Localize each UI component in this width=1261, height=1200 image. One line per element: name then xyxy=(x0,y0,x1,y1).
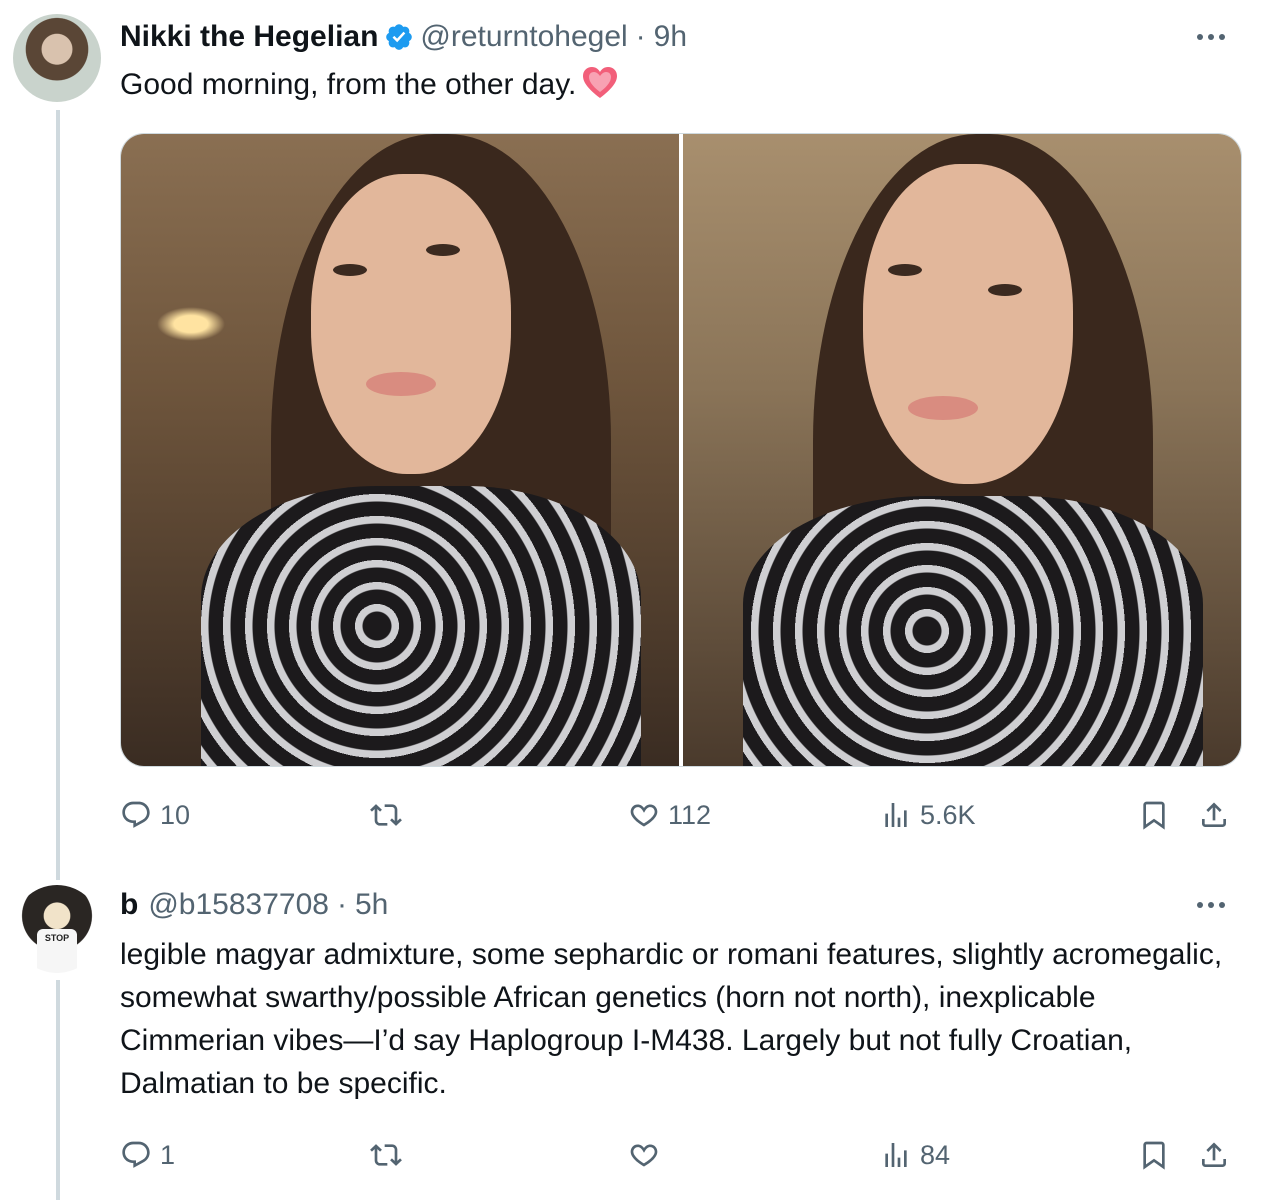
thread-line-continued xyxy=(56,980,60,1200)
views-count: 84 xyxy=(920,1139,951,1170)
tweet-header: Nikki the Hegelian @returntohegel · 9h xyxy=(120,17,687,57)
avatar-shirt-text: STOP xyxy=(37,929,77,973)
more-icon[interactable] xyxy=(1191,22,1231,52)
reply-count: 1 xyxy=(160,1139,176,1170)
avatar[interactable]: STOP xyxy=(13,885,101,973)
tweet-text: Good morning, from the other day. xyxy=(120,63,618,112)
action-bar: 1 84 xyxy=(120,1135,1240,1175)
photo-1[interactable] xyxy=(121,134,679,766)
reply-icon xyxy=(122,801,150,828)
display-name[interactable]: b xyxy=(120,888,138,922)
tweet-text-content: Good morning, from the other day. xyxy=(120,68,577,101)
media-gallery[interactable] xyxy=(120,133,1242,767)
retweet-button[interactable] xyxy=(370,1135,410,1175)
bookmark-button[interactable] xyxy=(1138,795,1170,835)
action-bar: 10 112 5.6K xyxy=(120,795,1240,835)
like-icon xyxy=(630,1144,658,1167)
share-icon xyxy=(1202,1142,1226,1167)
tweet-header: b @b15837708 · 5h xyxy=(120,885,388,925)
reply-count: 10 xyxy=(160,799,191,830)
reply-button[interactable]: 1 xyxy=(120,1135,175,1175)
reply-icon xyxy=(122,1141,150,1168)
timestamp[interactable]: 5h xyxy=(355,888,388,922)
separator: · xyxy=(336,888,347,921)
share-button[interactable] xyxy=(1198,795,1230,835)
bookmark-button[interactable] xyxy=(1138,1135,1170,1175)
tweet-text: legible magyar admixture, some sephardic… xyxy=(120,938,1223,1100)
verified-badge-icon xyxy=(384,22,414,52)
more-icon[interactable] xyxy=(1191,890,1231,920)
share-button[interactable] xyxy=(1198,1135,1230,1175)
timestamp[interactable]: 9h xyxy=(654,20,687,54)
handle[interactable]: @returntohegel xyxy=(420,20,627,54)
share-icon xyxy=(1202,802,1226,827)
thread-line xyxy=(56,110,60,880)
like-icon xyxy=(630,804,658,827)
like-button[interactable]: 112 xyxy=(628,795,711,835)
display-name[interactable]: Nikki the Hegelian xyxy=(120,20,378,54)
retweet-button[interactable] xyxy=(370,795,410,835)
handle[interactable]: @b15837708 xyxy=(148,888,329,922)
reply-button[interactable]: 10 xyxy=(120,795,190,835)
views-count: 5.6K xyxy=(920,799,976,830)
views-icon xyxy=(885,803,907,827)
photo-2[interactable] xyxy=(683,134,1241,766)
retweet-icon xyxy=(370,804,402,826)
views-icon xyxy=(885,1143,907,1167)
like-button[interactable] xyxy=(628,1135,668,1175)
bookmark-icon xyxy=(1143,801,1165,830)
views-button[interactable]: 5.6K xyxy=(880,795,976,835)
heart-emoji-icon xyxy=(582,66,618,112)
retweet-icon xyxy=(370,1144,402,1166)
separator: · xyxy=(635,20,646,53)
like-count: 112 xyxy=(668,799,712,830)
views-button[interactable]: 84 xyxy=(880,1135,950,1175)
avatar[interactable] xyxy=(13,14,101,102)
bookmark-icon xyxy=(1143,1141,1165,1170)
